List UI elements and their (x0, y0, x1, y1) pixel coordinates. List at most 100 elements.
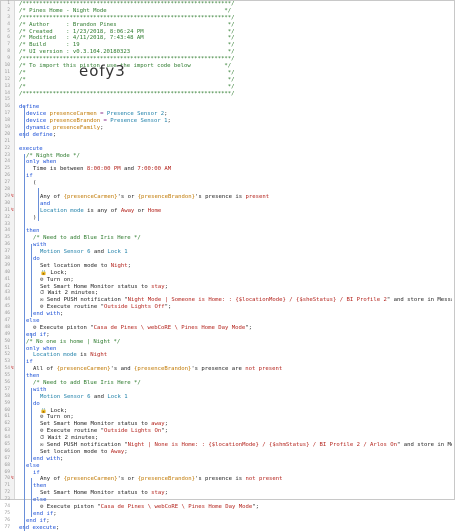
code-line: 21 (1, 139, 454, 146)
code-text: /* Build : 19 */ (19, 42, 452, 49)
keyword-token: if (33, 469, 40, 476)
code-line: 3 /**************************************… (1, 15, 454, 22)
code-text: if (19, 173, 452, 180)
text-token: Time is between (33, 166, 87, 173)
code-line: 54 ↯ All of {presenceCarmen}'s and {presen… (1, 366, 454, 373)
keyword-token: only when (26, 345, 57, 352)
code-text: /***************************************… (19, 15, 452, 22)
device-token: Motion Sensor 6 (40, 393, 91, 400)
code-line: 8/* UI version : v0.3.104.20180323 */ (1, 49, 454, 56)
code-line: 33 (1, 222, 454, 229)
code-line: 66 Set location mode to Away; (1, 449, 454, 456)
keyword-token: end if (26, 517, 47, 524)
variable-token: {presenceCarmen} (63, 193, 118, 200)
line-number: 10 (4, 63, 10, 69)
line-number: 48 (4, 324, 10, 330)
line-number: 1 (7, 1, 10, 6)
line-number: 59 (4, 400, 10, 406)
code-text: then (19, 228, 452, 235)
text-token: Set location mode to (40, 448, 111, 455)
text-token: ; (127, 262, 131, 269)
text-token: ; (164, 283, 168, 290)
code-line: 65 ✉ Send PUSH notification "Night | None… (1, 442, 454, 449)
value-token: not present (245, 366, 283, 373)
value-token: present (245, 193, 270, 200)
variable-token: {presenceCarmen} (63, 476, 118, 483)
statement-icon: ⏱ (40, 435, 48, 442)
text-token: Set Smart Home Monitor status to (40, 421, 152, 428)
code-text: /* Night Mode */ (19, 153, 452, 160)
code-text: dynamic presenceFamily; (19, 125, 452, 132)
line-number: 65 (4, 442, 10, 447)
device-token: Location mode (40, 207, 84, 214)
device-token: Presence Sensor 2 (106, 111, 165, 118)
line-number: 77 (4, 524, 10, 530)
code-line: 50 /* No one is home | Night */ (1, 339, 454, 346)
code-text: else (19, 497, 452, 504)
comment-token: /* Author : Brandon Pines */ (19, 21, 235, 28)
line-number: 50 (4, 338, 10, 344)
text-token: ; (164, 111, 168, 118)
device-token: Location mode (33, 352, 77, 359)
import-code: eofy3 (79, 61, 126, 80)
code-text: end if; (19, 518, 452, 525)
text-token: "; (252, 504, 259, 511)
comment-token: /* Need to add Blue Iris Here */ (33, 235, 141, 242)
code-text: end with; (19, 311, 452, 318)
value-token: Night | None is Home: : {$locationMode} … (127, 442, 397, 448)
comment-token: /* Night Mode */ (26, 152, 80, 159)
code-text: Motion Sensor 6 and Lock 1 (19, 249, 452, 256)
code-text: Set Smart Home Monitor status to stay; (19, 490, 452, 497)
code-line: 31 ↯ Location mode is any of Away or Home (1, 208, 454, 215)
code-line: 68 else (1, 463, 454, 470)
text-token: ; (164, 490, 168, 497)
line-number: 75 (4, 510, 10, 516)
text-token: ; (124, 448, 128, 455)
code-text: only when (19, 346, 452, 353)
line-number: 21 (4, 138, 10, 144)
code-line: 15 (1, 97, 454, 104)
value-token: Night Mode | Someone is Home: : {$locati… (127, 297, 387, 304)
variable-token: {presenceBrandon} (137, 193, 195, 200)
statement-icon: ✉ (40, 442, 47, 448)
code-line: 7/* Build : 19 */ (1, 42, 454, 49)
variable-token: {presenceBrandon} (134, 366, 192, 373)
keyword-token: end with (33, 311, 60, 318)
code-line: 39 Set location mode to Night; (1, 263, 454, 270)
code-text: end with; (19, 456, 452, 463)
code-text: end define; (19, 132, 452, 139)
text-token: ; (59, 455, 64, 462)
statement-icon: ⚙ (40, 304, 47, 311)
value-token: stay (151, 283, 165, 290)
line-number: 40 (4, 269, 10, 275)
text-token: Lock; (50, 269, 68, 276)
text-token: is (232, 193, 246, 200)
keyword-token: do (33, 400, 40, 407)
keyword-token: only when (26, 159, 57, 166)
condition-trigger-icon: ↯ (11, 193, 14, 199)
code-line: 55 then (1, 373, 454, 380)
line-number: 20 (4, 131, 10, 137)
device-token: Presence Sensor 1 (110, 118, 168, 125)
code-text: else (19, 318, 452, 325)
code-line: 47 else (1, 318, 454, 325)
text-token: Lock; (50, 407, 68, 414)
code-line: 17 device presenceCarmen = Presence Senso… (1, 111, 454, 118)
code-text: /* */ (19, 84, 452, 91)
code-line: 77 end execute; (1, 525, 454, 532)
keyword-token: else (26, 462, 40, 469)
variable-token: {presenceCarmen} (56, 366, 111, 373)
text-token: and (90, 249, 108, 256)
text-token: Send PUSH notification " (46, 297, 128, 304)
line-number: 22 (4, 145, 10, 151)
code-line: 48 ⚙ Execute piston "Casa de Pines \ webC… (1, 325, 454, 332)
line-number: 66 (4, 448, 10, 454)
keyword-token: end if (26, 331, 47, 338)
code-text: Location mode is any of Away or Home (19, 208, 452, 215)
keyword-token: then (33, 483, 47, 490)
text-token: " and store in Messages; (386, 297, 452, 304)
text-token: ) (33, 214, 37, 221)
code-line: 60 🔒 Lock; (1, 408, 454, 415)
comment-token: /***************************************… (19, 56, 235, 63)
line-number: 46 (4, 311, 10, 317)
